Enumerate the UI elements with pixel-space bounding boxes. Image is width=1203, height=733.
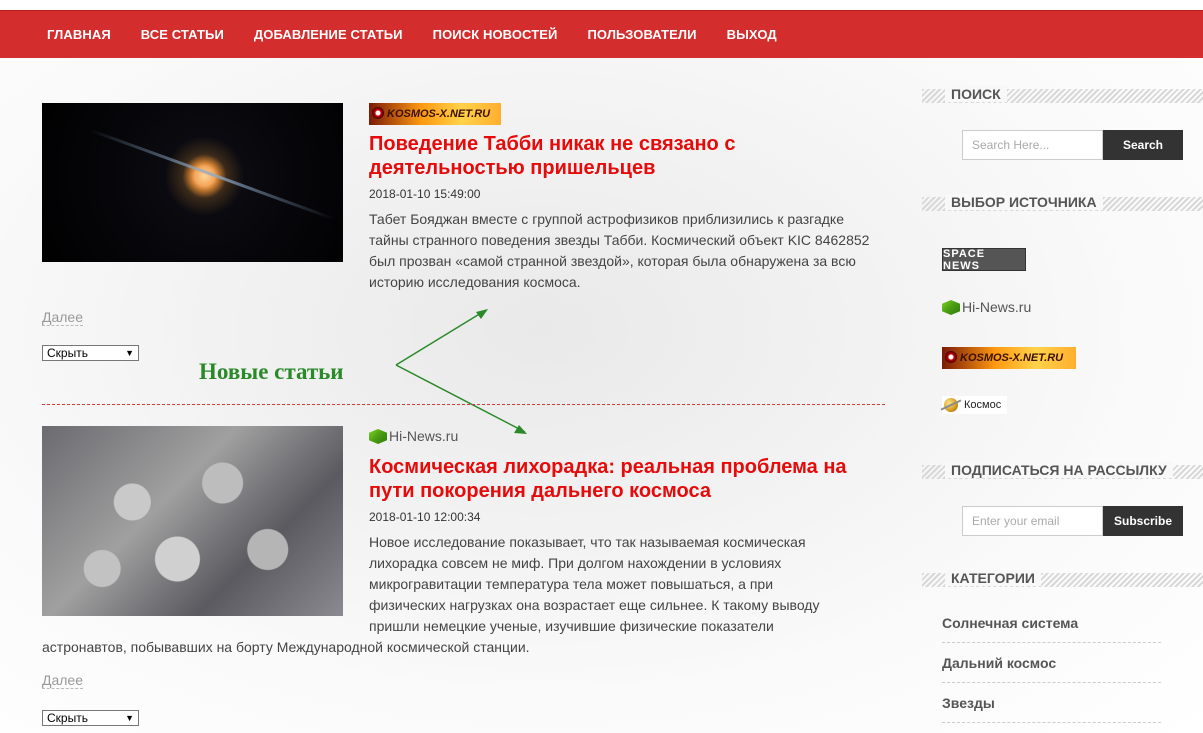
category-item[interactable]: Звезды [942, 695, 1161, 723]
source-kosmos[interactable]: KOSMOS-X.NET.RU [942, 347, 1076, 369]
more-link[interactable]: Далее [42, 672, 84, 689]
search-button[interactable]: Search [1103, 130, 1183, 160]
nav-logout[interactable]: ВЫХОД [727, 27, 777, 42]
article-text: Новое исследование показывает, что так н… [369, 534, 820, 634]
source-kosmos-planet[interactable]: Космос [942, 396, 1008, 414]
search-input[interactable]: Search Here... [962, 130, 1103, 160]
search-form: Search Here... Search [962, 130, 1183, 160]
source-hinews[interactable]: Hi-News.ru [942, 297, 1031, 317]
subscribe-form: Enter your email Subscribe [962, 506, 1183, 536]
article-thumbnail[interactable] [42, 426, 343, 616]
annotation-arrows [395, 309, 527, 434]
source-logo-kosmos[interactable]: KOSMOS-X.NET.RU [369, 103, 501, 125]
more-link[interactable]: Далее [42, 309, 84, 326]
hinews-cube-icon [942, 297, 960, 317]
category-item[interactable]: Дальний космос [942, 655, 1161, 683]
article-date: 2018-01-10 12:00:34 [369, 510, 481, 524]
nav-all-articles[interactable]: ВСЕ СТАТЬИ [141, 27, 224, 42]
nav-news-search[interactable]: ПОИСК НОВОСТЕЙ [433, 27, 558, 42]
article-text-tail: астронавтов, побывавших на борту Междуна… [42, 639, 530, 655]
sidebar-heading-categories: КАТЕГОРИИ [922, 570, 1203, 587]
planet-icon [944, 398, 958, 412]
category-item[interactable]: Солнечная система [942, 615, 1161, 643]
article-title[interactable]: Космическая лихорадка: реальная проблема… [369, 455, 879, 503]
article-card: Hi-News.ru Космическая лихорадка: реальн… [42, 426, 887, 733]
annotation-new-articles: Новые статьи [199, 359, 344, 384]
sidebar-heading-search: ПОИСК [922, 86, 1203, 103]
hinews-cube-icon [369, 426, 387, 446]
subscribe-button[interactable]: Subscribe [1103, 506, 1183, 536]
source-spacenews[interactable]: SPACE NEWS [942, 248, 1026, 272]
article-date: 2018-01-10 15:49:00 [369, 187, 481, 201]
sidebar-heading-subscribe: ПОДПИСАТЬСЯ НА РАССЫЛКУ [922, 462, 1203, 479]
sidebar: ПОИСК Search Here... Search ВЫБОР ИСТОЧН… [922, 0, 1203, 733]
article-text: Табет Бояджан вместе с группой астрофизи… [369, 211, 870, 290]
email-field[interactable]: Enter your email [962, 506, 1103, 536]
nav-users[interactable]: ПОЛЬЗОВАТЕЛИ [587, 27, 696, 42]
sidebar-heading-sources: ВЫБОР ИСТОЧНИКА [922, 194, 1203, 211]
article-title[interactable]: Поведение Табби никак не связано с деяте… [369, 132, 879, 180]
nav-add-article[interactable]: ДОБАВЛЕНИЕ СТАТЬИ [254, 27, 403, 42]
nav-home[interactable]: ГЛАВНАЯ [47, 27, 111, 42]
article-divider [42, 404, 885, 405]
source-logo-hinews[interactable]: Hi-News.ru [369, 426, 458, 446]
hide-select[interactable]: Скрыть [42, 710, 139, 726]
hide-select[interactable]: Скрыть [42, 345, 139, 361]
article-thumbnail[interactable] [42, 103, 343, 262]
